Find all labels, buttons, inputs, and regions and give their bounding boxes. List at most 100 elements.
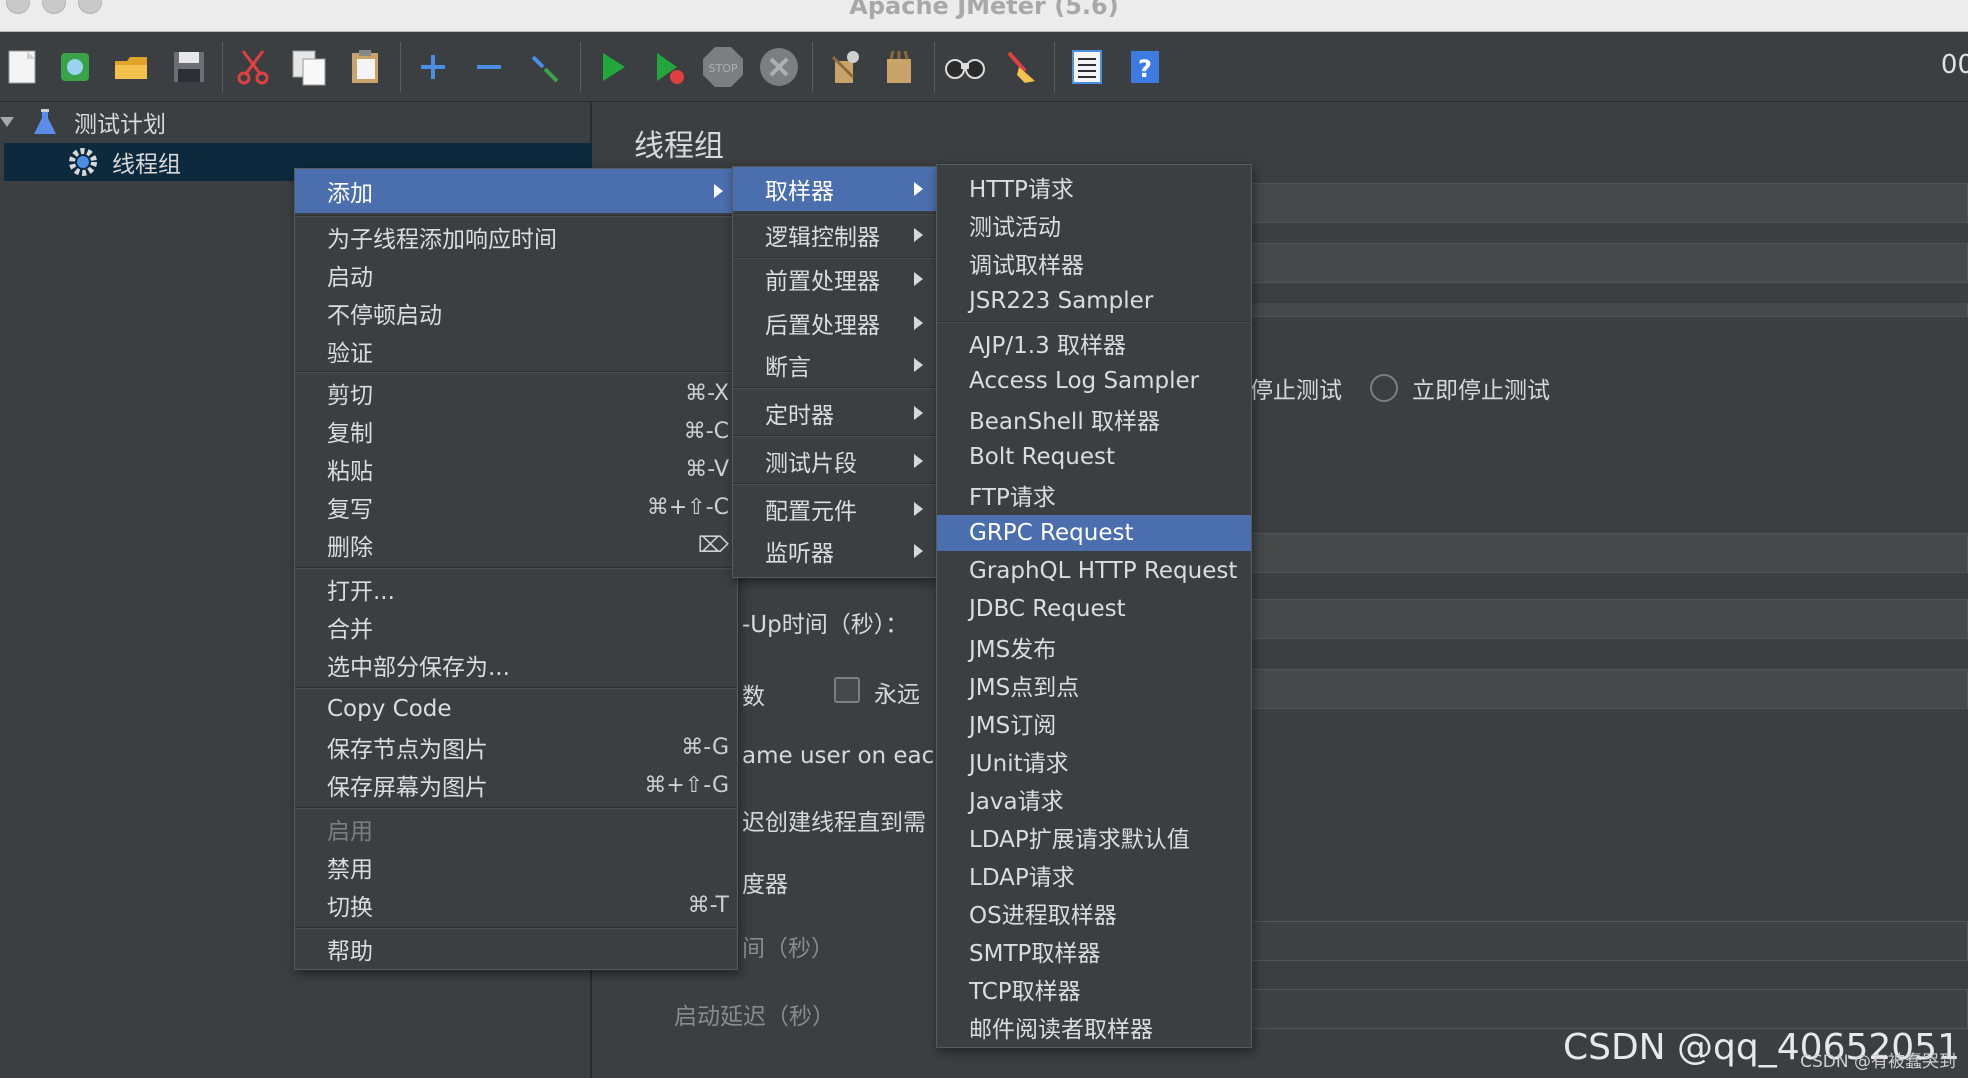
menu-item-save-screen-image[interactable]: 保存屏幕为图片 ⌘+⇧-G xyxy=(295,767,737,803)
submenu-item-listener[interactable]: 监听器 xyxy=(733,533,937,569)
loop-count-label: 数 xyxy=(742,684,765,710)
submenu-item-sampler[interactable]: 取样器 xyxy=(733,167,937,211)
reset-search-icon[interactable] xyxy=(998,44,1044,90)
sampler-item[interactable]: 调试取样器 xyxy=(937,245,1251,281)
cut-icon[interactable] xyxy=(230,44,276,90)
same-user-label: ame user on each xyxy=(742,743,949,769)
svg-text:STOP: STOP xyxy=(709,62,738,75)
menu-item-merge[interactable]: 合并 xyxy=(295,609,737,645)
search-icon[interactable] xyxy=(942,44,988,90)
sampler-item[interactable]: JMS点到点 xyxy=(937,667,1251,703)
duration-field[interactable] xyxy=(1244,921,1968,961)
menu-item-cut[interactable]: 剪切 ⌘-X xyxy=(295,375,737,411)
sampler-item[interactable]: 邮件阅读者取样器 xyxy=(937,1009,1251,1045)
submenu-item-pre-processors[interactable]: 前置处理器 xyxy=(733,261,937,297)
open-icon[interactable] xyxy=(108,44,154,90)
title-bar: Apache JMeter (5.6) xyxy=(0,0,1968,32)
radio-stop-test-now-label: 立即停止测试 xyxy=(1412,378,1550,404)
startup-delay-field[interactable] xyxy=(1244,989,1968,1029)
menu-item-disable[interactable]: 禁用 xyxy=(295,849,737,885)
paste-icon[interactable] xyxy=(342,44,388,90)
sampler-item[interactable]: LDAP请求 xyxy=(937,857,1251,893)
rampup-field[interactable] xyxy=(1244,599,1968,639)
menu-item-validate[interactable]: 验证 xyxy=(295,333,737,369)
menu-item-add-think-times[interactable]: 为子线程添加响应时间 xyxy=(295,219,737,255)
tree-expand-toggle[interactable] xyxy=(0,117,14,127)
menu-item-open[interactable]: 打开... xyxy=(295,571,737,607)
clear-all-icon[interactable] xyxy=(876,44,922,90)
sampler-item[interactable]: BeanShell 取样器 xyxy=(937,401,1251,437)
toggle-icon[interactable] xyxy=(522,44,568,90)
menu-item-remove[interactable]: 删除 ⌦ xyxy=(295,527,737,563)
context-menu: 添加 为子线程添加响应时间 启动 不停顿启动 验证 剪切 ⌘-X 复制 ⌘-C 粘贴… xyxy=(294,168,738,970)
copy-icon[interactable] xyxy=(286,44,332,90)
sampler-item[interactable]: LDAP扩展请求默认值 xyxy=(937,819,1251,855)
sampler-item-grpc-request[interactable]: GRPC Request xyxy=(937,515,1251,551)
sampler-item[interactable]: JSR223 Sampler xyxy=(937,283,1251,319)
sampler-item[interactable]: TCP取样器 xyxy=(937,971,1251,1007)
sampler-item[interactable]: JMS发布 xyxy=(937,629,1251,665)
thread-group-gear-icon xyxy=(69,148,97,176)
menu-item-paste[interactable]: 粘贴 ⌘-V xyxy=(295,451,737,487)
sampler-item[interactable]: GraphQL HTTP Request xyxy=(937,553,1251,589)
sampler-item[interactable]: JMS订阅 xyxy=(937,705,1251,741)
new-icon[interactable] xyxy=(0,44,46,90)
submenu-item-timer[interactable]: 定时器 xyxy=(733,395,937,431)
sampler-item[interactable]: Bolt Request xyxy=(937,439,1251,475)
startup-delay-label: 启动延迟（秒） xyxy=(674,1004,835,1030)
menu-item-enable: 启用 xyxy=(327,819,373,845)
tree-item-label: 线程组 xyxy=(112,152,181,178)
menu-item-toggle[interactable]: 切换 ⌘-T xyxy=(295,887,737,923)
menu-item-copy[interactable]: 复制 ⌘-C xyxy=(295,413,737,449)
toolbar: STOP ? 00 xyxy=(0,32,1968,102)
collapse-icon[interactable] xyxy=(466,44,512,90)
add-submenu: 取样器 逻辑控制器 前置处理器 后置处理器 断言 定时器 测试片段 配置元件 监… xyxy=(732,166,938,578)
submenu-item-post-processors[interactable]: 后置处理器 xyxy=(733,305,937,341)
sampler-item[interactable]: AJP/1.3 取样器 xyxy=(937,325,1251,361)
menu-item-help[interactable]: 帮助 xyxy=(295,931,737,967)
submenu-item-logic-controller[interactable]: 逻辑控制器 xyxy=(733,217,937,253)
submenu-item-test-fragment[interactable]: 测试片段 xyxy=(733,443,937,479)
start-no-pause-icon[interactable] xyxy=(646,44,692,90)
page-title: 线程组 xyxy=(634,129,724,164)
radio-stop-test-now[interactable] xyxy=(1370,374,1398,402)
menu-item-start[interactable]: 启动 xyxy=(295,257,737,293)
tree-item-test-plan[interactable]: 测试计划 xyxy=(30,103,590,141)
svg-text:?: ? xyxy=(1138,55,1152,83)
sampler-item[interactable]: Access Log Sampler xyxy=(937,363,1251,399)
menu-item-start-no-pause[interactable]: 不停顿启动 xyxy=(295,295,737,331)
submenu-item-assertions[interactable]: 断言 xyxy=(733,347,937,383)
threads-field[interactable] xyxy=(1244,533,1968,573)
menu-item-save-node-image[interactable]: 保存节点为图片 ⌘-G xyxy=(295,729,737,765)
sampler-item[interactable]: 测试活动 xyxy=(937,207,1251,243)
menu-item-duplicate[interactable]: 复写 ⌘+⇧-C xyxy=(295,489,737,525)
name-field[interactable] xyxy=(1244,183,1968,223)
radio-stop-test-label: 停止测试 xyxy=(1250,378,1342,404)
stop-icon[interactable]: STOP xyxy=(700,44,746,90)
clear-icon[interactable] xyxy=(820,44,866,90)
help-icon[interactable]: ? xyxy=(1122,44,1168,90)
sampler-item[interactable]: JDBC Request xyxy=(937,591,1251,627)
function-helper-icon[interactable] xyxy=(1064,44,1110,90)
shutdown-icon[interactable] xyxy=(756,44,802,90)
forever-checkbox[interactable] xyxy=(834,677,860,703)
menu-item-add[interactable]: 添加 xyxy=(295,169,737,213)
loop-count-field[interactable] xyxy=(1244,669,1968,709)
sampler-item[interactable]: SMTP取样器 xyxy=(937,933,1251,969)
menu-item-save-selection-as[interactable]: 选中部分保存为... xyxy=(295,647,737,683)
sampler-item[interactable]: JUnit请求 xyxy=(937,743,1251,779)
sampler-item[interactable]: Java请求 xyxy=(937,781,1251,817)
save-icon[interactable] xyxy=(166,44,212,90)
start-icon[interactable] xyxy=(590,44,636,90)
sampler-item[interactable]: FTP请求 xyxy=(937,477,1251,513)
expand-icon[interactable] xyxy=(410,44,456,90)
submenu-item-config-element[interactable]: 配置元件 xyxy=(733,491,937,527)
comments-field[interactable] xyxy=(1244,243,1968,283)
sampler-item[interactable]: OS进程取样器 xyxy=(937,895,1251,931)
menu-item-copy-code[interactable]: Copy Code xyxy=(295,691,737,727)
window-title: Apache JMeter (5.6) xyxy=(849,0,1119,20)
sampler-item[interactable]: HTTP请求 xyxy=(937,169,1251,205)
sampler-submenu: HTTP请求 测试活动 调试取样器 JSR223 Sampler AJP/1.3… xyxy=(936,164,1252,1048)
scheduler-label: 度器 xyxy=(742,872,788,898)
templates-icon[interactable] xyxy=(52,44,98,90)
